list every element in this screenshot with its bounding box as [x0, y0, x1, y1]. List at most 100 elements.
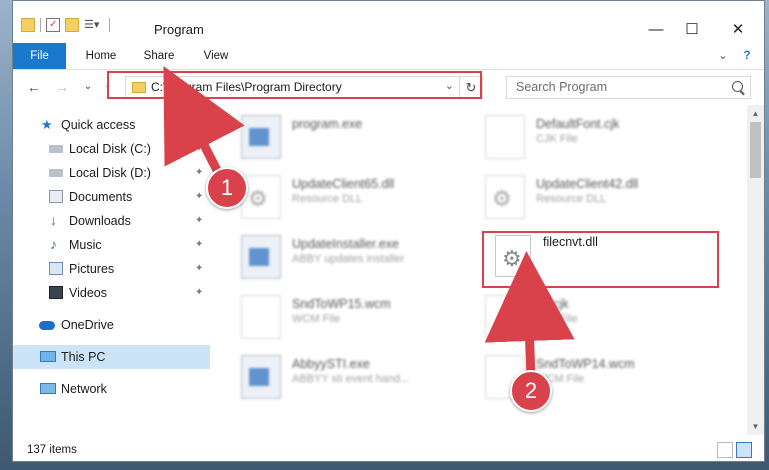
- sidebar-item-label: Music: [69, 238, 102, 252]
- file-item[interactable]: program.exe: [241, 111, 481, 167]
- sidebar-item-quick-access[interactable]: ★ Quick access: [13, 113, 210, 137]
- sidebar-item-local-disk-d[interactable]: Local Disk (D:) ✦: [13, 161, 210, 185]
- file-item[interactable]: UpdateClient42.dll Resource DLL: [485, 171, 725, 227]
- pin-icon: ✦: [195, 263, 204, 274]
- music-icon: ♪: [50, 236, 57, 252]
- tab-view[interactable]: View: [191, 43, 241, 69]
- search-icon[interactable]: [732, 81, 743, 92]
- toolbar-divider: [109, 18, 110, 32]
- ribbon-tabs: File Home Share View ⌄ ?: [13, 43, 764, 70]
- file-icon: [241, 295, 281, 339]
- drive-icon: [49, 169, 63, 177]
- sidebar-item-documents[interactable]: Documents ✦: [13, 185, 210, 209]
- folder-icon: [21, 18, 35, 32]
- sidebar-item-label: Pictures: [69, 262, 115, 276]
- sidebar-item-label: Documents: [69, 190, 133, 204]
- download-icon: ↓: [50, 212, 57, 228]
- back-button[interactable]: ←: [25, 78, 43, 96]
- large-icons-view-button[interactable]: [736, 442, 752, 458]
- close-button[interactable]: ✕: [715, 15, 761, 43]
- help-button[interactable]: ?: [738, 43, 756, 69]
- tab-home[interactable]: Home: [75, 43, 127, 69]
- file-type: ABBYY sti event hand...: [292, 373, 410, 385]
- sidebar-item-label: Local Disk (D:): [69, 166, 151, 180]
- file-name: AbbyySTI.exe: [292, 357, 370, 371]
- pin-icon: ✦: [195, 191, 204, 202]
- search-placeholder: Search Program: [516, 80, 608, 94]
- file-type: Resource DLL: [292, 193, 363, 205]
- sidebar-item-label: Local Disk (C:): [69, 142, 151, 156]
- sidebar-item-label: OneDrive: [61, 318, 114, 332]
- network-icon: [40, 383, 56, 394]
- sidebar-item-music[interactable]: ♪ Music ✦: [13, 233, 210, 257]
- file-item[interactable]: UpdateInstaller.exe ABBY updates install…: [241, 231, 481, 287]
- file-item[interactable]: AbbyySTI.exe ABBYY sti event hand...: [241, 351, 481, 407]
- pin-icon: ✦: [195, 167, 204, 178]
- pictures-icon: [49, 262, 63, 275]
- file-name: UpdateClient65.dll: [292, 177, 395, 191]
- pin-icon: ✦: [195, 239, 204, 250]
- file-item[interactable]: SndToWP15.wcm WCM File: [241, 291, 481, 347]
- file-type: CJK File: [536, 133, 578, 145]
- cloud-icon: [39, 321, 55, 330]
- computer-icon: [40, 351, 56, 362]
- status-bar: 137 items: [13, 437, 764, 461]
- file-item[interactable]: bd.cjk CJK File: [485, 291, 725, 347]
- file-name: SndToWP14.wcm: [536, 357, 635, 371]
- window-title: Program: [154, 22, 204, 37]
- videos-icon: [49, 286, 63, 299]
- tab-share[interactable]: Share: [133, 43, 185, 69]
- quick-access-toolbar: ✓ ☰▾: [21, 15, 110, 35]
- toolbar-divider: [40, 18, 41, 32]
- file-item[interactable]: DefaultFont.cjk CJK File: [485, 111, 725, 167]
- sidebar-item-label: Network: [61, 382, 107, 396]
- file-type: ABBY updates installer: [292, 253, 405, 265]
- step-2-badge: 2: [510, 370, 552, 412]
- scroll-down-icon[interactable]: ▼: [747, 418, 764, 435]
- properties-icon[interactable]: ✓: [46, 18, 60, 32]
- search-input[interactable]: Search Program: [506, 76, 751, 99]
- item-count: 137 items: [27, 444, 77, 456]
- sidebar-item-downloads[interactable]: ↓ Downloads ✦: [13, 209, 210, 233]
- sidebar-item-local-disk-c[interactable]: Local Disk (C:) ✦: [13, 137, 210, 161]
- star-icon: ★: [41, 117, 53, 132]
- file-type: CJK File: [536, 313, 578, 325]
- sidebar-item-videos[interactable]: Videos ✦: [13, 281, 210, 305]
- scroll-up-icon[interactable]: ▲: [747, 105, 764, 122]
- sidebar-item-network[interactable]: Network: [13, 377, 210, 401]
- sidebar-item-onedrive[interactable]: OneDrive: [13, 313, 210, 337]
- file-type: WCM File: [292, 313, 341, 325]
- dll-icon: [485, 175, 525, 219]
- sidebar-item-label: Quick access: [61, 118, 136, 132]
- details-view-button[interactable]: [717, 442, 733, 458]
- customize-toolbar-icon[interactable]: ☰▾: [84, 18, 99, 32]
- scrollbar-thumb[interactable]: [750, 122, 761, 178]
- file-icon: [485, 295, 525, 339]
- step-1-badge: 1: [206, 167, 248, 209]
- new-folder-icon[interactable]: [65, 18, 79, 32]
- tab-file[interactable]: File: [13, 43, 66, 69]
- title-bar: ✓ ☰▾ Program — ☐ ✕: [13, 1, 764, 43]
- pin-icon: ✦: [195, 287, 204, 298]
- expand-ribbon-button[interactable]: ⌄: [714, 43, 732, 69]
- file-icon: [485, 115, 525, 159]
- file-item[interactable]: UpdateClient65.dll Resource DLL: [241, 171, 481, 227]
- recent-locations-button[interactable]: ⌄: [79, 78, 97, 96]
- forward-button[interactable]: →: [53, 78, 71, 96]
- navigation-pane: ★ Quick access Local Disk (C:) ✦ Local D…: [13, 105, 210, 435]
- file-name: program.exe: [292, 117, 363, 131]
- file-name: bd.cjk: [536, 297, 569, 311]
- sidebar-item-label: Downloads: [69, 214, 131, 228]
- exe-icon: [241, 235, 281, 279]
- sidebar-item-pictures[interactable]: Pictures ✦: [13, 257, 210, 281]
- sidebar-item-this-pc[interactable]: This PC: [13, 345, 210, 369]
- address-highlight-box: [107, 71, 482, 99]
- file-name: DefaultFont.cjk: [536, 117, 620, 131]
- maximize-button[interactable]: ☐: [669, 15, 715, 43]
- sidebar-item-label: Videos: [69, 286, 107, 300]
- pin-icon: ✦: [195, 215, 204, 226]
- vertical-scrollbar[interactable]: ▲ ▼: [747, 105, 764, 435]
- sidebar-item-label: This PC: [61, 350, 106, 364]
- exe-icon: [241, 355, 281, 399]
- documents-icon: [49, 190, 63, 203]
